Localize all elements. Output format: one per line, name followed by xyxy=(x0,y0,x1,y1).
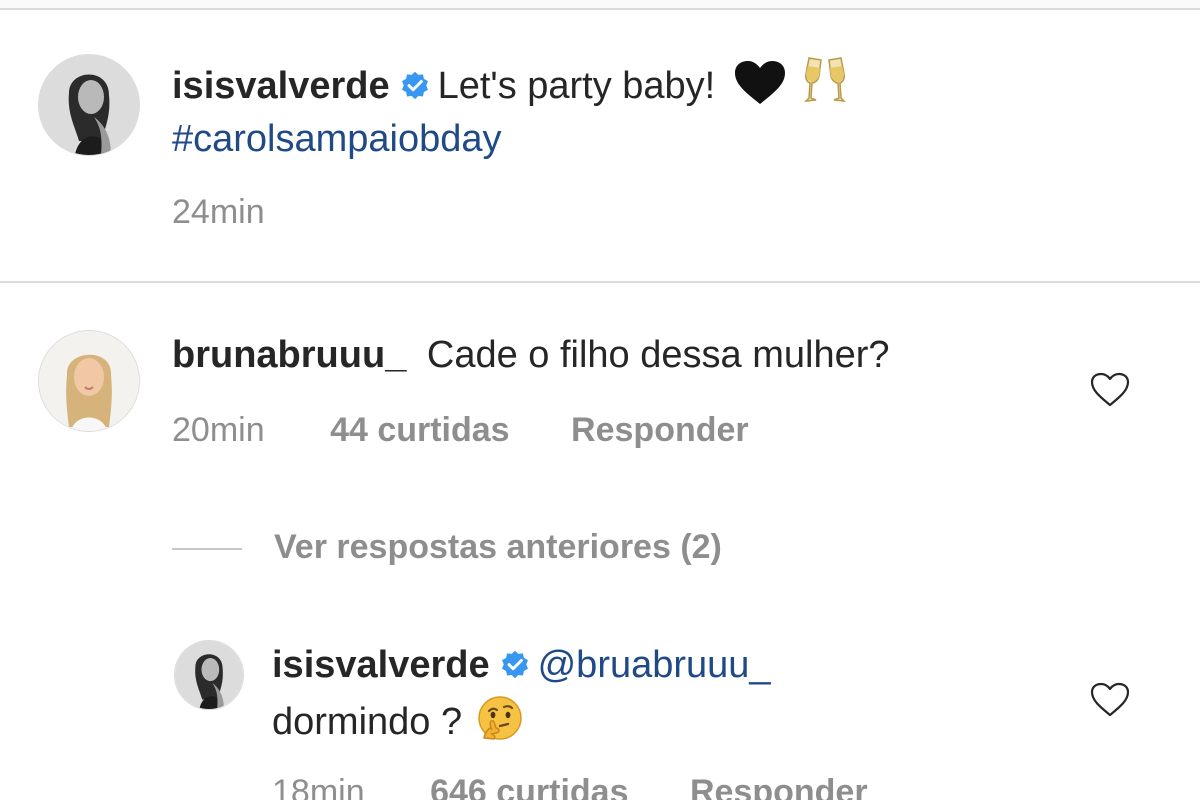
comment-reply-button[interactable]: Responder xyxy=(571,410,749,450)
comment-avatar[interactable] xyxy=(38,330,140,432)
verified-badge-icon xyxy=(500,650,530,680)
caption-time: 24min xyxy=(172,193,265,231)
view-previous-replies-label: Ver respostas anteriores (2) xyxy=(274,528,722,566)
black-heart-icon xyxy=(733,60,787,106)
thinking-face-icon xyxy=(476,694,524,742)
champagne-glasses-icon xyxy=(803,56,847,106)
caption-line-2: #carolsampaiobday xyxy=(172,116,502,162)
reply-line-1: isisvalverde @bruabruuu_ xyxy=(272,642,771,688)
reply-meta: 18min 646 curtidas Responder xyxy=(272,772,868,800)
reply-avatar[interactable] xyxy=(174,640,244,710)
comments-screen: isisvalverde Let's party baby! #carolsamp… xyxy=(0,0,1200,800)
caption-avatar[interactable] xyxy=(38,54,140,156)
replies-dash xyxy=(172,548,242,551)
caption-line-1: isisvalverde Let's party baby! xyxy=(172,56,847,109)
reply-text: dormindo ? xyxy=(272,701,463,743)
comment-line: brunabruuu_ Cade o filho dessa mulher? xyxy=(172,332,890,378)
comment-text: Cade o filho dessa mulher? xyxy=(426,334,890,376)
comment-time: 20min xyxy=(172,411,265,449)
comment-likes[interactable]: 44 curtidas xyxy=(330,410,510,450)
like-comment-heart-icon[interactable] xyxy=(1090,372,1130,408)
comment-meta: 20min 44 curtidas Responder xyxy=(172,410,749,450)
top-divider xyxy=(0,0,1200,10)
caption-timestamp: 24min xyxy=(172,192,265,232)
reply-line-2: dormindo ? xyxy=(272,694,524,745)
reply-username[interactable]: isisvalverde xyxy=(272,644,490,686)
comment-username[interactable]: brunabruuu_ xyxy=(172,334,406,376)
reply-likes[interactable]: 646 curtidas xyxy=(430,772,628,800)
reply-time: 18min xyxy=(272,773,365,800)
like-reply-heart-icon[interactable] xyxy=(1090,682,1130,718)
caption-text: Let's party baby! xyxy=(437,65,716,107)
reply-reply-button[interactable]: Responder xyxy=(690,772,868,800)
caption-username[interactable]: isisvalverde xyxy=(172,65,390,107)
caption-hashtag[interactable]: #carolsampaiobday xyxy=(172,118,502,160)
reply-mention[interactable]: @bruabruuu_ xyxy=(538,644,771,686)
view-previous-replies[interactable]: Ver respostas anteriores (2) xyxy=(172,525,722,569)
verified-badge-icon xyxy=(400,71,430,101)
